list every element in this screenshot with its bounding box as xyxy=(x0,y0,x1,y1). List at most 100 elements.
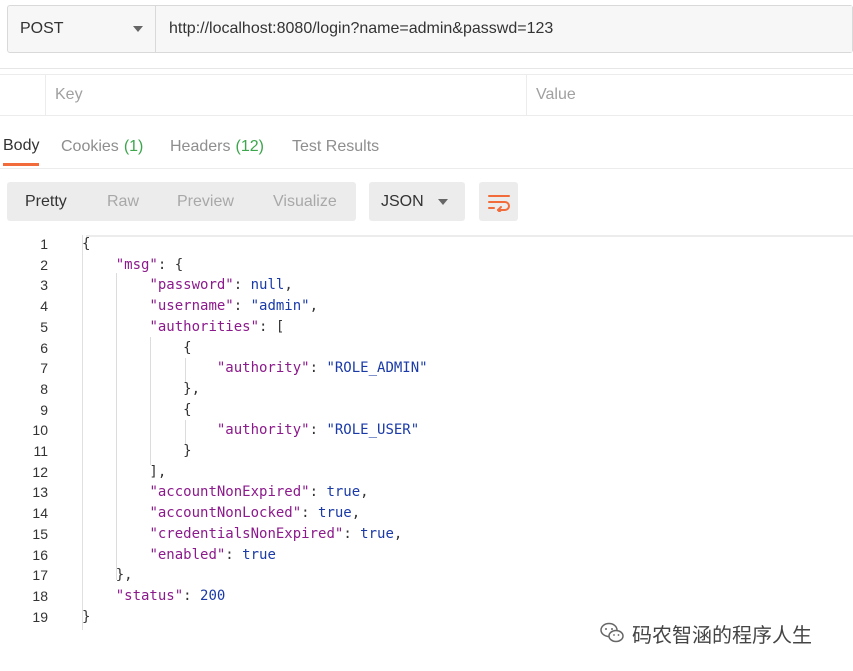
json-punct: { xyxy=(82,339,192,356)
json-punct: ], xyxy=(82,463,167,480)
code-text: "enabled": true xyxy=(82,545,276,565)
line-number: 3 xyxy=(40,277,48,294)
code-line: 3 "password": null, xyxy=(0,275,853,295)
code-line: 18 "status": 200 xyxy=(0,586,853,606)
response-tabs: Body Cookies (1) Headers (12) Test Resul… xyxy=(0,128,853,168)
json-value: true xyxy=(242,546,276,563)
tab-cookies[interactable]: Cookies (1) xyxy=(61,128,143,166)
line-number: 4 xyxy=(40,298,48,315)
code-text: "status": 200 xyxy=(82,586,226,606)
json-key: "accountNonLocked" xyxy=(149,505,302,522)
wrap-lines-button[interactable] xyxy=(479,182,518,221)
line-number: 5 xyxy=(40,318,48,335)
param-value-input[interactable]: Value xyxy=(527,75,853,115)
json-punct: , xyxy=(284,277,293,294)
json-punct: : xyxy=(301,505,319,522)
json-key: "password" xyxy=(149,277,234,294)
line-number: 17 xyxy=(32,567,48,584)
line-number: 19 xyxy=(32,608,48,625)
json-value: "ROLE_USER" xyxy=(326,422,420,439)
json-punct: : xyxy=(233,298,251,315)
code-line: 1{ xyxy=(0,234,853,254)
json-punct xyxy=(82,588,116,604)
code-text: { xyxy=(82,234,90,254)
line-number: 2 xyxy=(40,256,48,273)
params-row: Key Value xyxy=(0,74,853,116)
code-line: 17 }, xyxy=(0,565,853,585)
json-value: true xyxy=(360,525,394,542)
code-line: 5 "authorities": [ xyxy=(0,317,853,337)
tab-body[interactable]: Body xyxy=(3,128,40,166)
code-text: { xyxy=(82,400,191,420)
tab-count: (12) xyxy=(235,138,264,155)
view-mode-group: Pretty Raw Preview Visualize xyxy=(7,182,356,221)
param-key-input[interactable]: Key xyxy=(45,75,527,115)
indent-guide xyxy=(116,273,117,580)
code-text: "msg": { xyxy=(82,255,183,275)
view-pretty-button[interactable]: Pretty xyxy=(25,193,67,211)
json-punct: : xyxy=(309,360,327,377)
tab-headers[interactable]: Headers (12) xyxy=(170,128,264,166)
json-punct: } xyxy=(82,608,91,625)
indent-guide xyxy=(150,337,151,465)
json-punct: : xyxy=(309,422,327,439)
json-key: "status" xyxy=(115,587,184,604)
code-line: 8 }, xyxy=(0,379,853,399)
code-text: }, xyxy=(82,379,200,399)
code-line: 11 } xyxy=(0,441,853,461)
code-line: 6 { xyxy=(0,338,853,358)
tab-label: Test Results xyxy=(292,138,380,155)
json-value: null xyxy=(250,277,285,294)
code-line: 4 "username": "admin", xyxy=(0,296,853,316)
code-text: "authority": "ROLE_USER" xyxy=(82,420,419,440)
view-preview-button[interactable]: Preview xyxy=(177,193,234,211)
json-key: "authorities" xyxy=(149,318,260,335)
code-line: 2 "msg": { xyxy=(0,255,853,275)
code-text: "username": "admin", xyxy=(82,296,318,316)
line-number: 6 xyxy=(40,339,48,356)
tab-label: Body xyxy=(3,136,40,154)
json-key: "credentialsNonExpired" xyxy=(149,525,344,542)
code-text: }, xyxy=(82,565,133,585)
json-key: "authority" xyxy=(216,360,310,377)
json-key: "enabled" xyxy=(149,546,226,563)
tab-test-results[interactable]: Test Results xyxy=(292,128,379,166)
code-text: { xyxy=(82,338,192,358)
watermark: 码农智涵的程序人生 xyxy=(600,620,812,647)
json-punct xyxy=(82,257,116,273)
line-number: 11 xyxy=(33,443,48,459)
method-label: POST xyxy=(20,20,64,37)
json-punct: : xyxy=(233,277,251,294)
line-number: 10 xyxy=(32,422,48,439)
method-select[interactable]: POST xyxy=(8,6,156,52)
tab-label: Cookies xyxy=(61,138,119,155)
indent-guide xyxy=(185,420,186,444)
json-punct: , xyxy=(351,505,361,522)
json-punct: } xyxy=(82,443,192,459)
code-text: ], xyxy=(82,462,166,482)
code-text: "password": null, xyxy=(82,275,293,295)
code-line: 16 "enabled": true xyxy=(0,545,853,565)
code-line: 7 "authority": "ROLE_ADMIN" xyxy=(0,358,853,378)
json-punct: { xyxy=(82,236,91,252)
tab-count: (1) xyxy=(123,138,144,155)
json-value: 200 xyxy=(200,587,226,604)
line-number: 14 xyxy=(32,505,48,522)
json-punct: : xyxy=(309,484,327,501)
line-number: 8 xyxy=(40,380,48,397)
view-visualize-button[interactable]: Visualize xyxy=(273,193,337,211)
view-raw-button[interactable]: Raw xyxy=(107,193,139,211)
json-value: true xyxy=(318,505,352,522)
json-punct: : xyxy=(183,587,201,604)
json-key: "accountNonExpired" xyxy=(149,484,310,501)
language-select[interactable]: JSON xyxy=(369,182,465,221)
wrap-lines-icon xyxy=(487,194,510,212)
line-number: 18 xyxy=(32,587,48,604)
url-input[interactable]: http://localhost:8080/login?name=admin&p… xyxy=(156,6,852,52)
json-key: "authority" xyxy=(216,422,310,439)
json-punct: , xyxy=(309,298,319,315)
line-number: 13 xyxy=(32,484,48,501)
json-punct: , xyxy=(393,525,403,542)
code-text: } xyxy=(82,441,192,461)
line-number: 7 xyxy=(40,360,48,377)
